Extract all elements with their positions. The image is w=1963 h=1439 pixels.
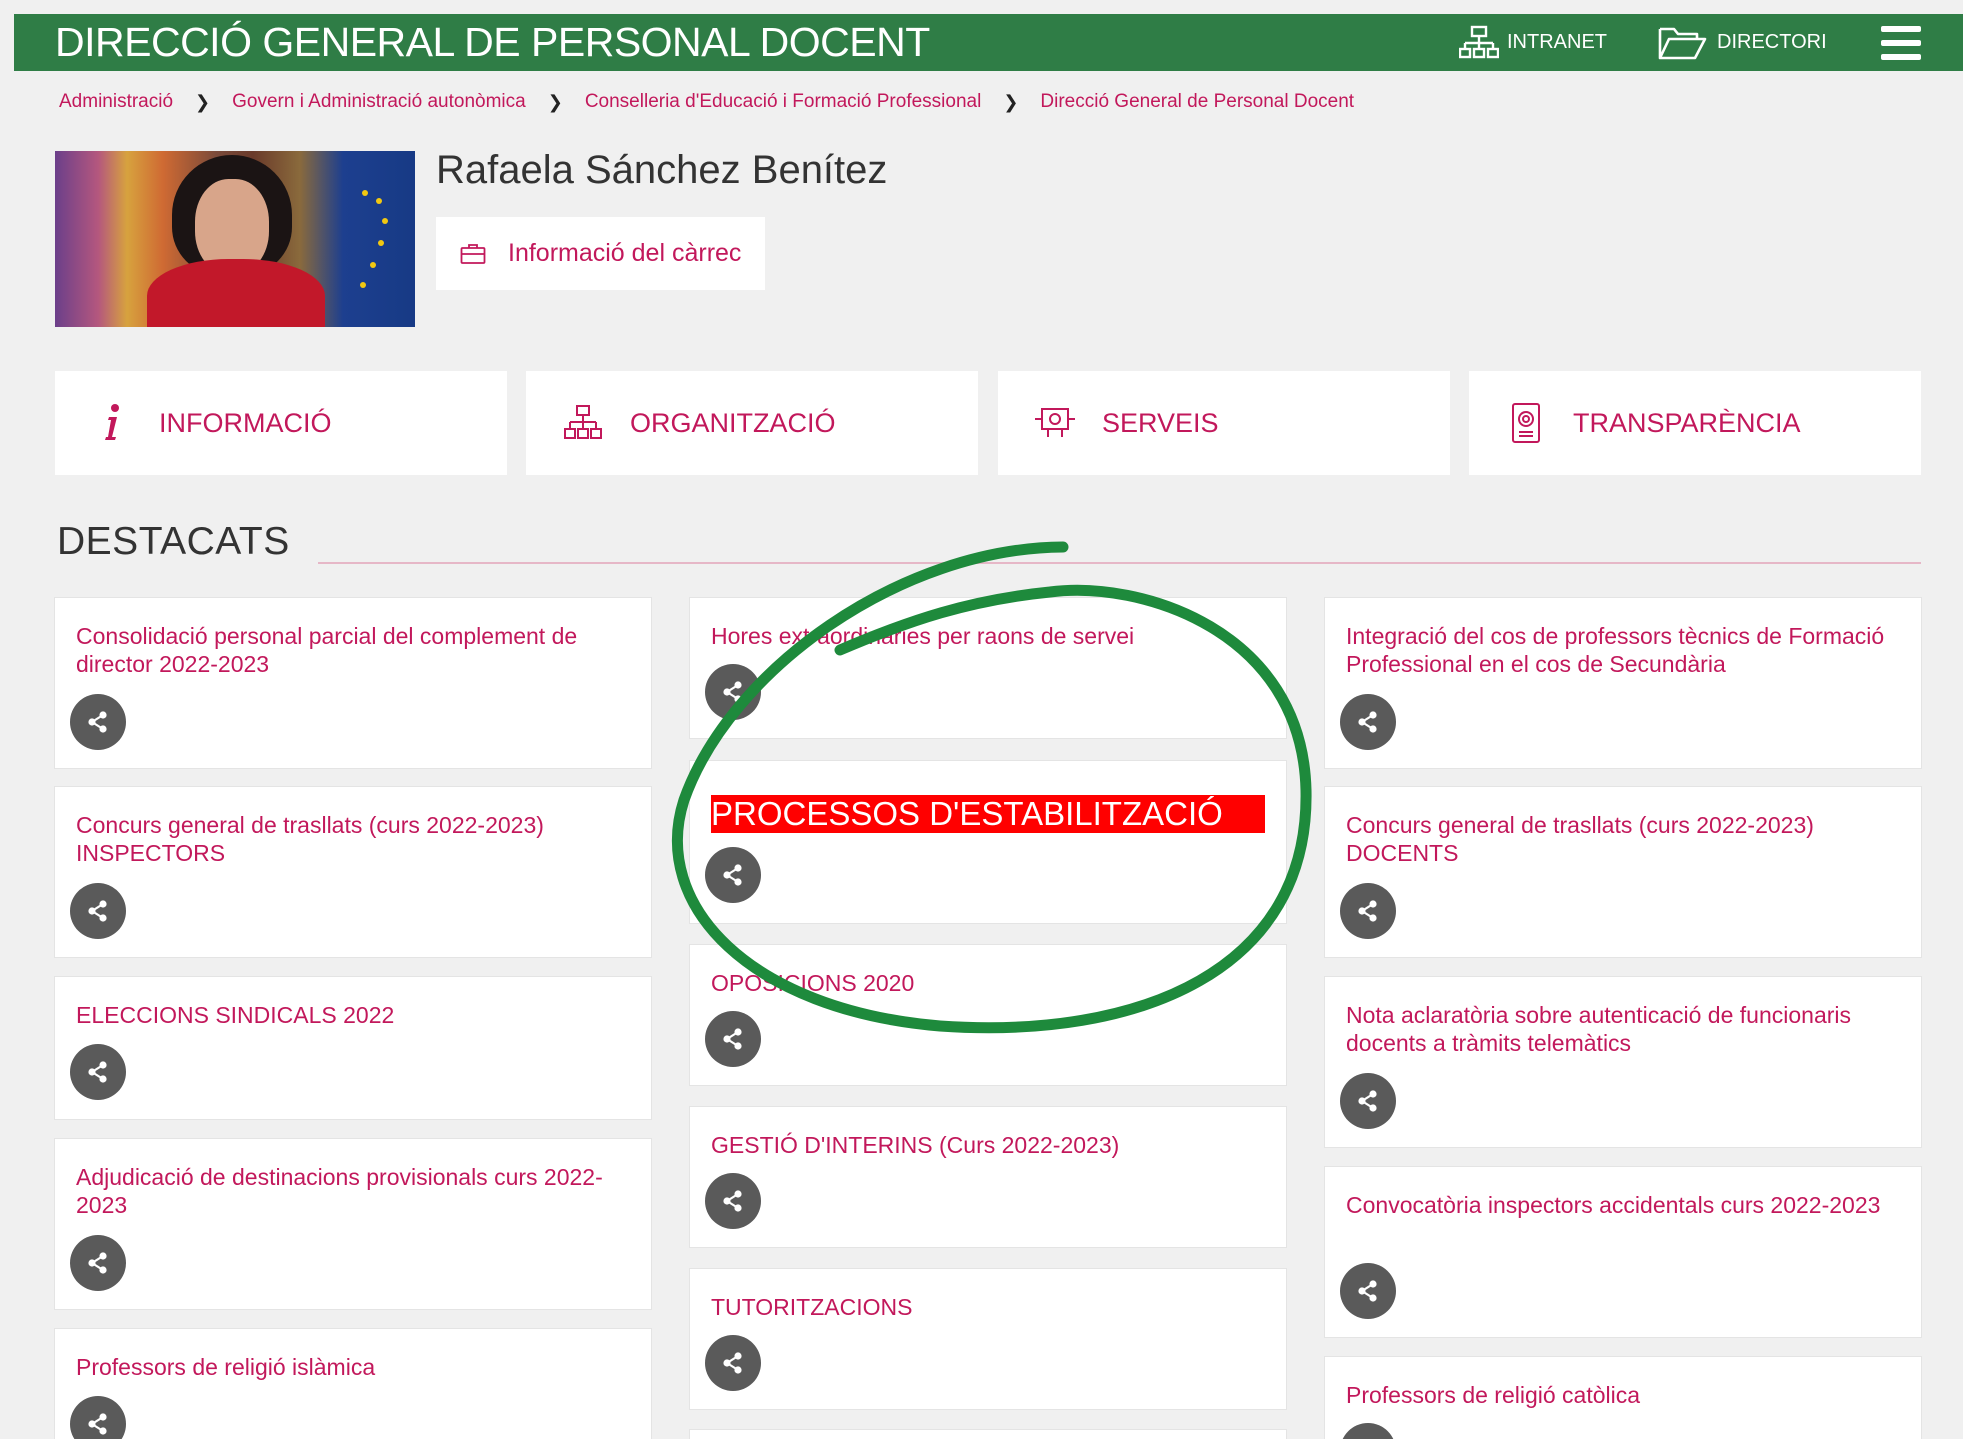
highlight-card[interactable]: Nota aclaratòria sobre autenticació de f… <box>1325 977 1921 1147</box>
highlight-card[interactable]: Adjudicació de destinacions provisionals… <box>55 1139 651 1309</box>
nav-tile-serveis[interactable]: SERVEIS <box>998 371 1450 475</box>
breadcrumb-item[interactable]: Direcció General de Personal Docent <box>1040 91 1354 113</box>
chevron-right-icon: ❯ <box>547 91 563 112</box>
section-divider <box>318 562 1921 564</box>
chevron-right-icon: ❯ <box>1003 91 1019 112</box>
briefcase-icon <box>460 243 486 264</box>
highlight-card-title[interactable]: PROCESSOS D'ESTABILITZACIÓ <box>711 795 1265 833</box>
chevron-right-icon: ❯ <box>195 91 211 112</box>
highlight-card-title[interactable]: TUTORITZACIONS <box>711 1293 1262 1321</box>
highlight-card-title[interactable]: Adjudicació de destinacions provisionals… <box>76 1163 627 1219</box>
person-name: Rafaela Sánchez Benítez <box>436 148 888 192</box>
share-icon[interactable] <box>1340 1423 1396 1439</box>
highlight-card[interactable]: Professors de religió islàmica <box>55 1329 651 1439</box>
highlight-card[interactable]: Hores extraordinàries per raons de serve… <box>690 598 1286 738</box>
intranet-link[interactable]: INTRANET <box>1459 14 1607 71</box>
highlight-card-title[interactable]: Hores extraordinàries per raons de serve… <box>711 622 1262 650</box>
nav-tile-organitzacio[interactable]: ORGANITZACIÓ <box>526 371 978 475</box>
share-icon[interactable] <box>705 1173 761 1229</box>
share-icon[interactable] <box>705 664 761 720</box>
breadcrumb-item[interactable]: Govern i Administració autonòmica <box>232 91 526 113</box>
highlight-card[interactable]: Concurs general de trasllats (curs 2022-… <box>1325 787 1921 957</box>
share-icon[interactable] <box>705 847 761 903</box>
highlight-card-title[interactable]: Professors de religió catòlica <box>1346 1381 1897 1409</box>
share-icon[interactable] <box>705 1335 761 1391</box>
nav-tile-transparencia[interactable]: TRANSPARÈNCIA <box>1469 371 1921 475</box>
org-chart-icon <box>558 404 608 442</box>
nav-tile-label: TRANSPARÈNCIA <box>1573 407 1801 438</box>
intranet-label: INTRANET <box>1507 31 1607 53</box>
share-icon[interactable] <box>1340 694 1396 750</box>
share-icon[interactable] <box>705 1011 761 1067</box>
share-icon[interactable] <box>1340 1073 1396 1129</box>
share-icon[interactable] <box>70 1396 126 1439</box>
network-icon <box>1459 25 1499 58</box>
share-icon[interactable] <box>70 1235 126 1291</box>
nav-tile-label: INFORMACIÓ <box>159 407 332 438</box>
highlight-card-title[interactable]: Concurs general de trasllats (curs 2022-… <box>76 811 627 867</box>
transparency-icon <box>1501 402 1551 444</box>
highlight-card[interactable]: Consolidació personal parcial del comple… <box>55 598 651 768</box>
highlight-card-title[interactable]: ELECCIONS SINDICALS 2022 <box>76 1001 627 1029</box>
breadcrumb-item[interactable]: Administració <box>59 91 173 113</box>
info-icon <box>87 403 137 443</box>
director-portrait <box>55 151 415 327</box>
site-title[interactable]: DIRECCIÓ GENERAL DE PERSONAL DOCENT <box>55 14 930 71</box>
highlight-card[interactable]: ELECCIONS SINDICALS 2022 <box>55 977 651 1119</box>
highlight-card[interactable]: Convocatòria inspectors accidentals curs… <box>1325 1167 1921 1337</box>
highlight-card-title[interactable]: Nota aclaratòria sobre autenticació de f… <box>1346 1001 1897 1057</box>
highlight-card-partial[interactable] <box>690 1430 1286 1439</box>
highlight-card-title[interactable]: Professors de religió islàmica <box>76 1353 627 1381</box>
share-icon[interactable] <box>1340 883 1396 939</box>
highlight-card[interactable]: TUTORITZACIONS <box>690 1269 1286 1409</box>
highlight-card[interactable]: GESTIÓ D'INTERINS (Curs 2022-2023) <box>690 1107 1286 1247</box>
directori-label: DIRECTORI <box>1717 31 1827 53</box>
breadcrumb: Administració ❯ Govern i Administració a… <box>59 88 1354 116</box>
highlight-card-title[interactable]: OPOSICIONS 2020 <box>711 969 1262 997</box>
directori-link[interactable]: DIRECTORI <box>1657 14 1827 71</box>
highlight-card[interactable]: Integració del cos de professors tècnics… <box>1325 598 1921 768</box>
highlight-card-title[interactable]: GESTIÓ D'INTERINS (Curs 2022-2023) <box>711 1131 1262 1159</box>
highlight-card-title[interactable]: Convocatòria inspectors accidentals curs… <box>1346 1191 1897 1219</box>
highlight-card[interactable]: Concurs general de trasllats (curs 2022-… <box>55 787 651 957</box>
nav-tile-label: SERVEIS <box>1102 407 1219 438</box>
share-icon[interactable] <box>70 1044 126 1100</box>
share-icon[interactable] <box>70 883 126 939</box>
hamburger-menu-icon[interactable] <box>1876 24 1926 62</box>
highlight-card-title[interactable]: Consolidació personal parcial del comple… <box>76 622 627 678</box>
services-icon <box>1030 407 1080 439</box>
breadcrumb-item[interactable]: Conselleria d'Educació i Formació Profes… <box>585 91 981 113</box>
nav-tile-informacio[interactable]: INFORMACIÓ <box>55 371 507 475</box>
section-title: DESTACATS <box>57 520 290 563</box>
share-icon[interactable] <box>70 694 126 750</box>
role-info-button[interactable]: Informació del càrrec <box>436 217 765 290</box>
nav-tile-label: ORGANITZACIÓ <box>630 407 836 438</box>
highlight-card-highlighted[interactable]: PROCESSOS D'ESTABILITZACIÓ <box>690 761 1286 923</box>
highlight-card-title[interactable]: Concurs general de trasllats (curs 2022-… <box>1346 811 1897 867</box>
highlight-card[interactable]: Professors de religió catòlica <box>1325 1357 1921 1439</box>
folder-icon <box>1658 27 1707 59</box>
role-info-label: Informació del càrrec <box>508 239 742 267</box>
highlight-card-title[interactable]: Integració del cos de professors tècnics… <box>1346 622 1897 678</box>
top-bar: DIRECCIÓ GENERAL DE PERSONAL DOCENT INTR… <box>14 14 1963 71</box>
highlight-card[interactable]: OPOSICIONS 2020 <box>690 945 1286 1085</box>
share-icon[interactable] <box>1340 1263 1396 1319</box>
